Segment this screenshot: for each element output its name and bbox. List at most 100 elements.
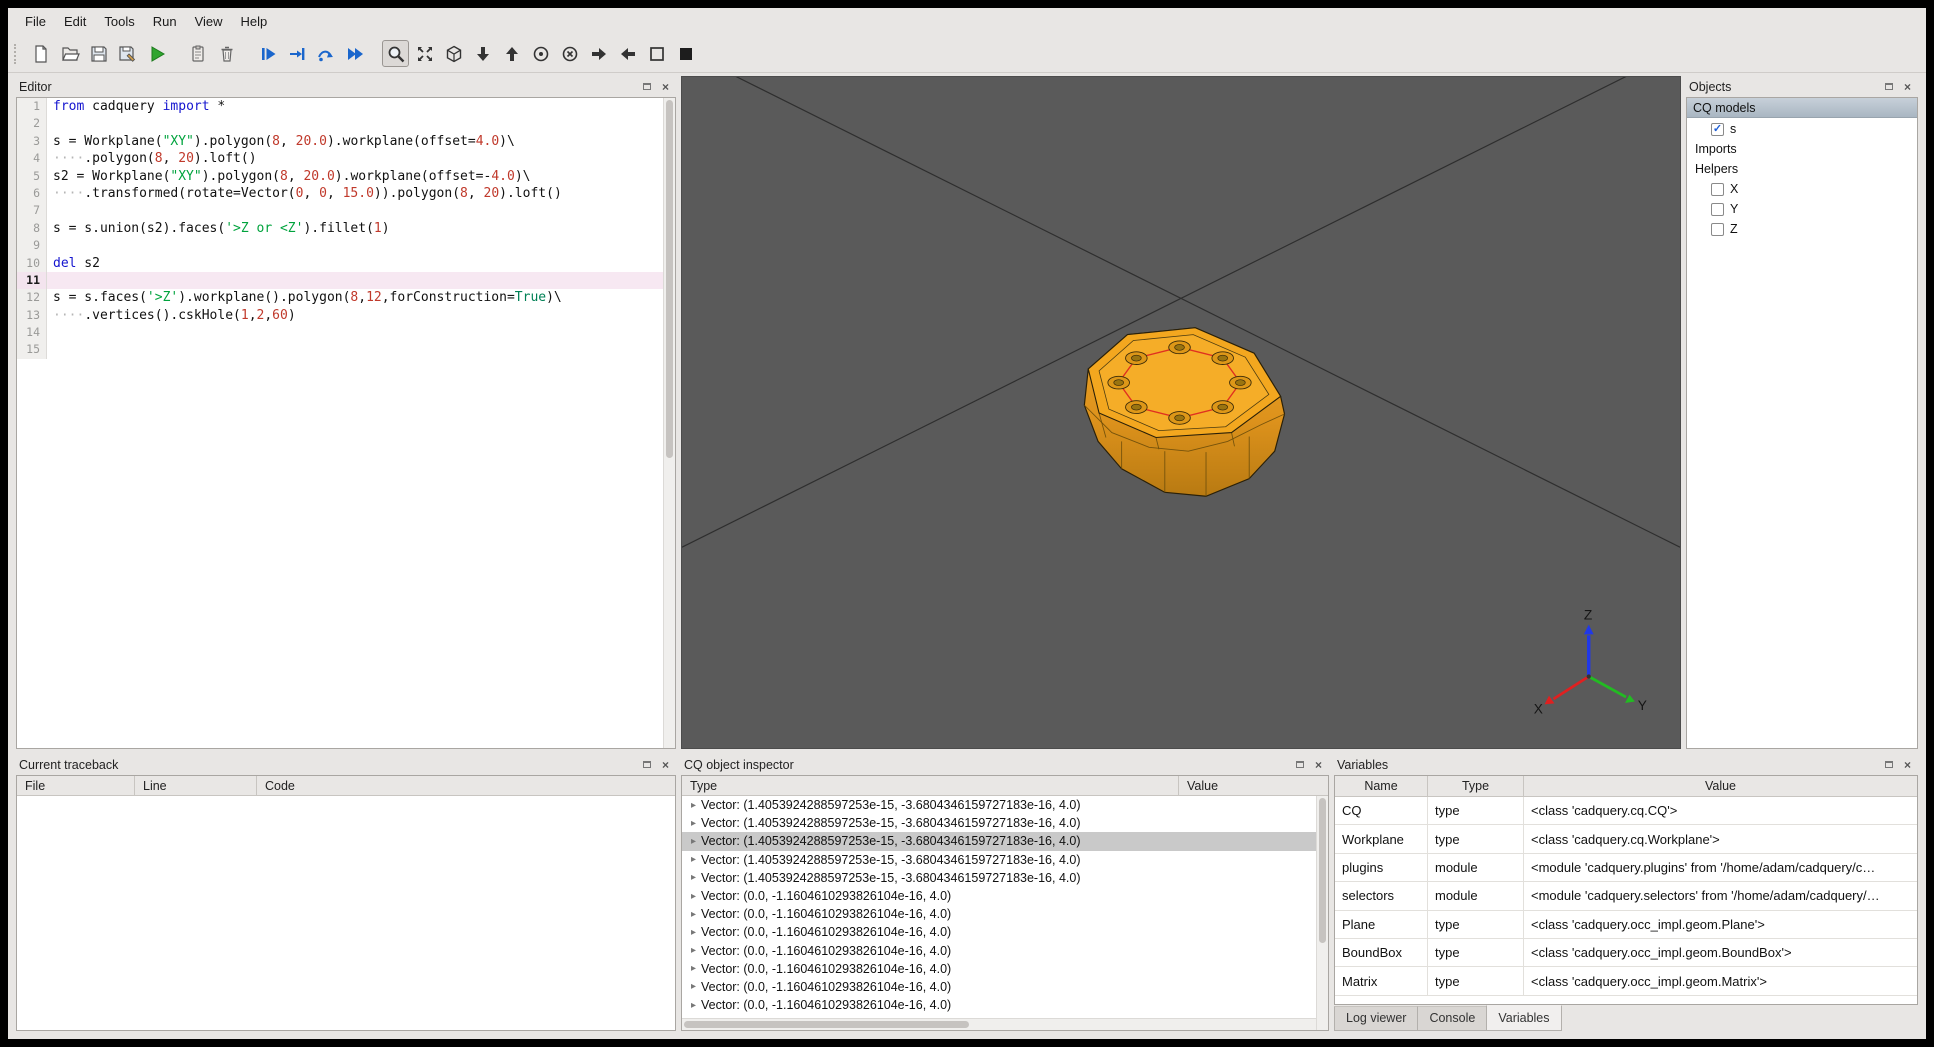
tree-group-cq-models[interactable]: CQ models: [1687, 98, 1917, 118]
variable-row-boundbox[interactable]: BoundBox type <class 'cadquery.occ_impl.ge…: [1335, 938, 1917, 968]
wireframe-icon[interactable]: [643, 40, 670, 67]
code-line-8[interactable]: 8s = s.union(s2).faces('>Z or <Z').fille…: [17, 219, 663, 238]
float-icon[interactable]: [639, 758, 654, 772]
tree-item-helpers[interactable]: Helpers: [1687, 160, 1917, 178]
inspector-row[interactable]: ▸ Vector: (0.0, -1.1604610293826104e-16, …: [682, 942, 1316, 960]
tab-console[interactable]: Console: [1417, 1006, 1488, 1031]
code-line-12[interactable]: 12 s = s.faces('>Z').workplane().polygon(…: [17, 289, 663, 307]
code-line-5[interactable]: 5 s2 = Workplane("XY").polygon(8, 20.0).w…: [17, 167, 663, 185]
fit-all-icon[interactable]: [411, 40, 438, 67]
code-line-7[interactable]: 7: [17, 202, 663, 220]
menu-tools[interactable]: Tools: [95, 10, 143, 33]
top-view-icon[interactable]: [469, 40, 496, 67]
code-line-3[interactable]: 3s = Workplane("XY").polygon(8, 20.0).wo…: [17, 132, 663, 151]
column-header-name[interactable]: Name: [1335, 776, 1428, 796]
inspector-row[interactable]: ▸ Vector: (1.4053924288597253e-15, -3.680…: [682, 851, 1316, 869]
code-line-11[interactable]: 11: [17, 271, 663, 290]
bottom-view-icon[interactable]: [498, 40, 525, 67]
tree-item-x[interactable]: X: [1687, 180, 1917, 198]
menu-file[interactable]: File: [16, 10, 55, 33]
menu-help[interactable]: Help: [232, 10, 277, 33]
code-line-15[interactable]: 15: [17, 341, 663, 359]
code-line-2[interactable]: 2: [17, 115, 663, 133]
inspector-row[interactable]: ▸ Vector: (0.0, -1.1604610293826104e-16, …: [682, 923, 1316, 941]
close-icon[interactable]: ×: [1311, 758, 1326, 772]
expand-icon[interactable]: ▸: [686, 836, 701, 847]
inspector-row[interactable]: ▸ Vector: (1.4053924288597253e-15, -3.680…: [682, 814, 1316, 832]
close-icon[interactable]: ×: [658, 80, 673, 94]
front-view-icon[interactable]: [527, 40, 554, 67]
expand-icon[interactable]: ▸: [686, 854, 701, 865]
expand-icon[interactable]: ▸: [686, 945, 701, 956]
inspector-row[interactable]: ▸ Vector: (0.0, -1.1604610293826104e-16, …: [682, 905, 1316, 923]
tab-variables[interactable]: Variables: [1486, 1005, 1562, 1031]
expand-icon[interactable]: ▸: [686, 891, 701, 902]
checkbox-unchecked[interactable]: [1711, 202, 1724, 216]
debug-step-into-icon[interactable]: [283, 40, 310, 67]
code-line-9[interactable]: 9: [17, 237, 663, 255]
code-line-14[interactable]: 14: [17, 324, 663, 342]
editor-scrollbar[interactable]: [663, 98, 675, 748]
fit-zoom-icon[interactable]: [382, 40, 409, 67]
menu-run[interactable]: Run: [144, 10, 186, 33]
column-header-value[interactable]: Value: [1524, 776, 1917, 796]
checkbox-unchecked[interactable]: [1711, 182, 1724, 196]
inspector-scrollbar[interactable]: [1316, 796, 1328, 1030]
tree-item-y[interactable]: Y: [1687, 200, 1917, 218]
column-header-type[interactable]: Type: [682, 776, 1179, 795]
inspector-row[interactable]: ▸ Vector: (1.4053924288597253e-15, -3.680…: [682, 832, 1316, 851]
float-icon[interactable]: [1881, 758, 1896, 772]
shaded-icon[interactable]: [672, 40, 699, 67]
open-file-icon[interactable]: [56, 40, 83, 67]
toolbar-handle[interactable]: [14, 43, 20, 64]
iso-view-icon[interactable]: [440, 40, 467, 67]
expand-icon[interactable]: ▸: [686, 981, 701, 992]
tree-item-z[interactable]: Z: [1687, 220, 1917, 238]
code-line-4[interactable]: 4 ····.polygon(8, 20).loft(): [17, 150, 663, 168]
expand-icon[interactable]: ▸: [686, 872, 701, 883]
tree-item-imports[interactable]: Imports: [1687, 140, 1917, 158]
column-header-value[interactable]: Value: [1179, 776, 1328, 795]
menu-view[interactable]: View: [186, 10, 232, 33]
editor-code[interactable]: 1 from cadquery import * 2 3 s = Workplane("…: [17, 98, 663, 748]
back-view-icon[interactable]: [556, 40, 583, 67]
expand-icon[interactable]: ▸: [686, 927, 701, 938]
variable-row-matrix[interactable]: Matrix type <class 'cadquery.occ_impl.geom…: [1335, 967, 1917, 996]
close-icon[interactable]: ×: [1900, 758, 1915, 772]
debug-continue-icon[interactable]: [341, 40, 368, 67]
save-as-icon[interactable]: [114, 40, 141, 67]
copy-icon[interactable]: [184, 40, 211, 67]
save-icon[interactable]: [85, 40, 112, 67]
inspector-row[interactable]: ▸ Vector: (1.4053924288597253e-15, -3.680…: [682, 869, 1316, 887]
menu-edit[interactable]: Edit: [55, 10, 95, 33]
viewport-3d[interactable]: X Y Z: [681, 76, 1681, 749]
inspector-row[interactable]: ▸ Vector: (0.0, -1.1604610293826104e-16, …: [682, 978, 1316, 996]
debug-step-over-icon[interactable]: [312, 40, 339, 67]
tree-item-s[interactable]: ✓ s: [1687, 120, 1917, 138]
close-icon[interactable]: ×: [1900, 80, 1915, 94]
debug-step-icon[interactable]: [254, 40, 281, 67]
column-header-file[interactable]: File: [17, 776, 135, 795]
code-line-1[interactable]: 1 from cadquery import *: [17, 98, 663, 116]
checkbox-unchecked[interactable]: [1711, 222, 1724, 236]
column-header-line[interactable]: Line: [135, 776, 257, 795]
close-icon[interactable]: ×: [658, 758, 673, 772]
variable-row-workplane[interactable]: Workplane type <class 'cadquery.cq.Workpla…: [1335, 825, 1917, 854]
inspector-row[interactable]: ▸ Vector: (0.0, -1.1604610293826104e-16, …: [682, 996, 1316, 1014]
float-icon[interactable]: [1881, 80, 1896, 94]
new-file-icon[interactable]: [27, 40, 54, 67]
expand-icon[interactable]: ▸: [686, 818, 701, 829]
expand-icon[interactable]: ▸: [686, 909, 701, 920]
expand-icon[interactable]: ▸: [686, 1000, 701, 1011]
variable-row-selectors[interactable]: selectors module <module 'cadquery.selecto…: [1335, 882, 1917, 911]
code-line-6[interactable]: 6 ····.transformed(rotate=Vector(0, 0, 15…: [17, 184, 663, 203]
inspector-hscrollbar[interactable]: [682, 1018, 1316, 1030]
float-icon[interactable]: [1292, 758, 1307, 772]
variable-row-plugins[interactable]: plugins module <module 'cadquery.plugins' …: [1335, 853, 1917, 883]
inspector-row[interactable]: ▸ Vector: (1.4053924288597253e-15, -3.680…: [682, 796, 1316, 814]
variable-row-plane[interactable]: Plane type <class 'cadquery.occ_impl.geom.…: [1335, 910, 1917, 939]
inspector-row[interactable]: ▸ Vector: (0.0, -1.1604610293826104e-16, …: [682, 960, 1316, 978]
cad-model[interactable]: [1083, 327, 1286, 497]
inspector-row[interactable]: ▸ Vector: (0.0, -1.1604610293826104e-16, …: [682, 887, 1316, 905]
render-icon[interactable]: [143, 40, 170, 67]
